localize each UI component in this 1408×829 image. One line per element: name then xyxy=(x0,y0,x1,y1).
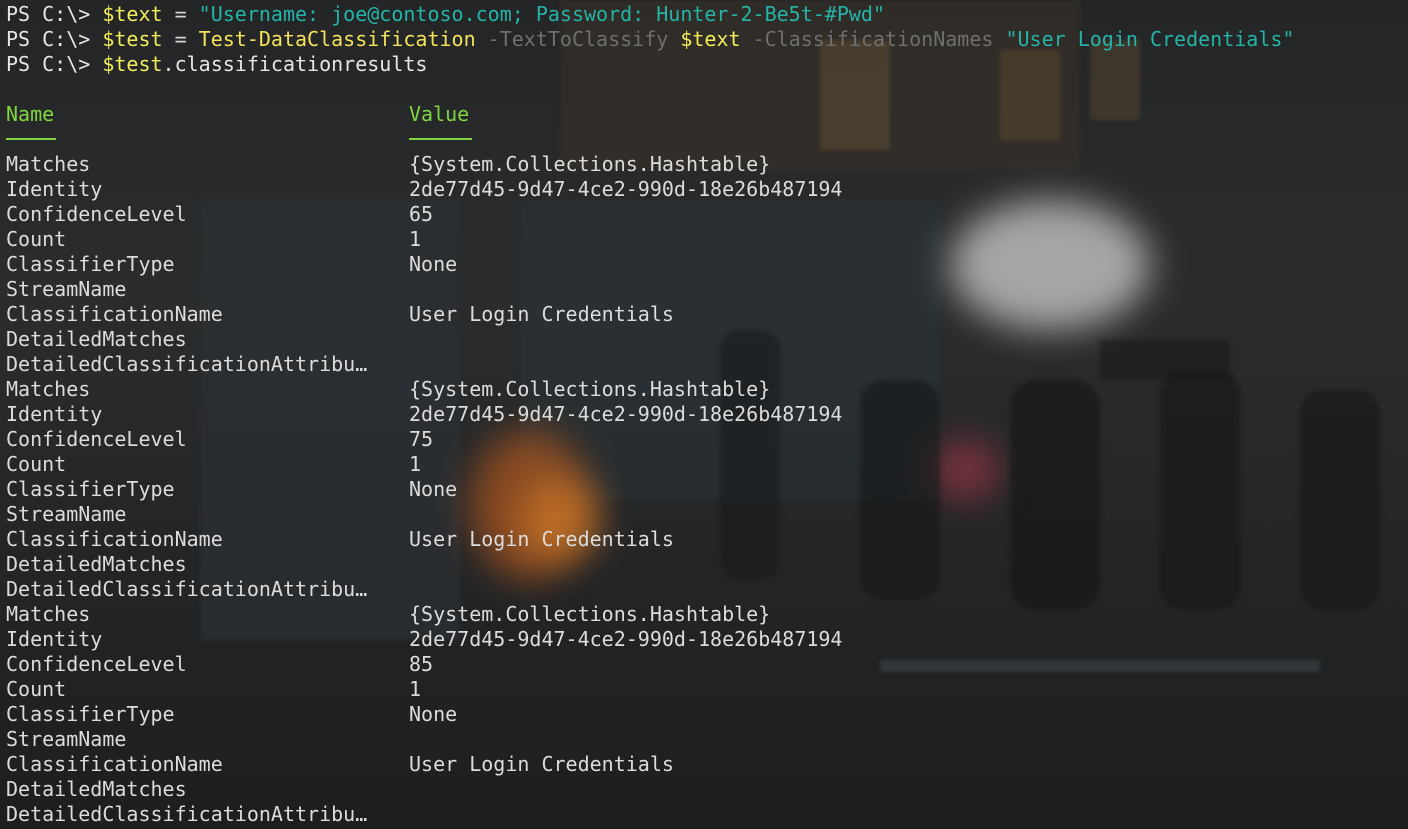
table-row: DetailedClassificationAttribu… xyxy=(6,802,1408,827)
table-row: StreamName xyxy=(6,277,1408,302)
table-row: Count 1 xyxy=(6,452,1408,477)
property-name: ConfidenceLevel xyxy=(6,652,187,676)
property-value: None xyxy=(409,477,458,501)
column-header-name: Name xyxy=(6,102,55,126)
property-value: 85 xyxy=(409,652,434,676)
property-name: Matches xyxy=(6,152,91,176)
property-name: StreamName xyxy=(6,277,127,301)
variable: $text xyxy=(680,27,741,51)
property-name: ClassificationName xyxy=(6,752,223,776)
column-header-value: Value xyxy=(409,102,470,126)
prompt: PS C:\> xyxy=(6,27,103,51)
property-value: {System.Collections.Hashtable} xyxy=(409,602,771,626)
table-row: DetailedMatches xyxy=(6,777,1408,802)
table-row: Identity 2de77d45-9d47-4ce2-990d-18e26b48… xyxy=(6,177,1408,202)
property-name: DetailedMatches xyxy=(6,552,187,576)
header-underline xyxy=(409,138,472,140)
table-row: ClassificationName User Login Credentials xyxy=(6,302,1408,327)
command-line: PS C:\> $test.classificationresults xyxy=(6,52,1408,77)
string-literal: "User Login Credentials" xyxy=(1005,27,1295,51)
table-row: StreamName xyxy=(6,727,1408,752)
property-name: Identity xyxy=(6,627,103,651)
property-name: ClassificationName xyxy=(6,527,223,551)
command-line: PS C:\> $test = Test-DataClassification … xyxy=(6,27,1408,52)
table-header: Name Value xyxy=(6,102,1408,152)
property-value: 65 xyxy=(409,202,434,226)
property-value: None xyxy=(409,702,458,726)
property-value: 1 xyxy=(409,677,422,701)
terminal-output: PS C:\> $text = "Username: joe@contoso.c… xyxy=(6,2,1408,827)
property-name: DetailedMatches xyxy=(6,327,187,351)
property-name: Identity xyxy=(6,177,103,201)
string-literal: "Username: joe@contoso.com; Password: Hu… xyxy=(198,2,886,26)
property-name: DetailedMatches xyxy=(6,777,187,801)
table-row: Identity 2de77d45-9d47-4ce2-990d-18e26b48… xyxy=(6,627,1408,652)
property-name: StreamName xyxy=(6,727,127,751)
header-underline xyxy=(6,138,56,140)
prompt: PS C:\> xyxy=(6,52,103,76)
table-body: Matches {System.Collections.Hashtable} Ide… xyxy=(6,152,1408,827)
property-value: 2de77d45-9d47-4ce2-990d-18e26b487194 xyxy=(409,177,843,201)
property-value: 1 xyxy=(409,452,422,476)
property-name: DetailedClassificationAttribu… xyxy=(6,802,368,826)
variable: $test xyxy=(102,27,163,51)
table-row: DetailedClassificationAttribu… xyxy=(6,577,1408,602)
table-row: ConfidenceLevel 75 xyxy=(6,427,1408,452)
cmdlet: Test-DataClassification xyxy=(198,27,476,51)
parameter: -TextToClassify xyxy=(475,27,681,51)
property-name: DetailedClassificationAttribu… xyxy=(6,352,368,376)
property-name: DetailedClassificationAttribu… xyxy=(6,577,368,601)
variable: $text xyxy=(102,2,163,26)
property-name: Count xyxy=(6,227,67,251)
property-value: User Login Credentials xyxy=(409,752,674,776)
table-row: ClassifierType None xyxy=(6,702,1408,727)
property-name: Matches xyxy=(6,377,91,401)
command-line: PS C:\> $text = "Username: joe@contoso.c… xyxy=(6,2,1408,27)
table-row: Count 1 xyxy=(6,227,1408,252)
property-value: User Login Credentials xyxy=(409,302,674,326)
table-row: Matches {System.Collections.Hashtable} xyxy=(6,602,1408,627)
table-row: StreamName xyxy=(6,502,1408,527)
table-row: Matches {System.Collections.Hashtable} xyxy=(6,377,1408,402)
table-row: Matches {System.Collections.Hashtable} xyxy=(6,152,1408,177)
property-name: Matches xyxy=(6,602,91,626)
prompt: PS C:\> xyxy=(6,2,103,26)
property-name: ConfidenceLevel xyxy=(6,202,187,226)
property-name: ConfidenceLevel xyxy=(6,427,187,451)
table-row: DetailedClassificationAttribu… xyxy=(6,352,1408,377)
property-value: None xyxy=(409,252,458,276)
parameter: -ClassificationNames xyxy=(740,27,1006,51)
property-value: {System.Collections.Hashtable} xyxy=(409,152,771,176)
table-row: ConfidenceLevel 85 xyxy=(6,652,1408,677)
property-value: 2de77d45-9d47-4ce2-990d-18e26b487194 xyxy=(409,402,843,426)
property-value: 1 xyxy=(409,227,422,251)
property-name: StreamName xyxy=(6,502,127,526)
property-value: 75 xyxy=(409,427,434,451)
operator: = xyxy=(162,27,199,51)
table-row: DetailedMatches xyxy=(6,552,1408,577)
terminal-window[interactable]: PS C:\> $text = "Username: joe@contoso.c… xyxy=(0,0,1408,829)
table-row: DetailedMatches xyxy=(6,327,1408,352)
property-name: Count xyxy=(6,452,67,476)
table-row: ClassifierType None xyxy=(6,252,1408,277)
property-value: {System.Collections.Hashtable} xyxy=(409,377,771,401)
property-name: ClassifierType xyxy=(6,252,175,276)
property-value: User Login Credentials xyxy=(409,527,674,551)
table-row: ClassificationName User Login Credentials xyxy=(6,527,1408,552)
property-name: Count xyxy=(6,677,67,701)
property-value: 2de77d45-9d47-4ce2-990d-18e26b487194 xyxy=(409,627,843,651)
table-row: Identity 2de77d45-9d47-4ce2-990d-18e26b48… xyxy=(6,402,1408,427)
table-row: ClassificationName User Login Credentials xyxy=(6,752,1408,777)
property-name: ClassificationName xyxy=(6,302,223,326)
table-row: ConfidenceLevel 65 xyxy=(6,202,1408,227)
member-access: .classificationresults xyxy=(162,52,428,76)
property-name: ClassifierType xyxy=(6,477,175,501)
table-row: Count 1 xyxy=(6,677,1408,702)
property-name: Identity xyxy=(6,402,103,426)
operator: = xyxy=(162,2,199,26)
property-name: ClassifierType xyxy=(6,702,175,726)
variable: $test xyxy=(102,52,163,76)
table-row: ClassifierType None xyxy=(6,477,1408,502)
